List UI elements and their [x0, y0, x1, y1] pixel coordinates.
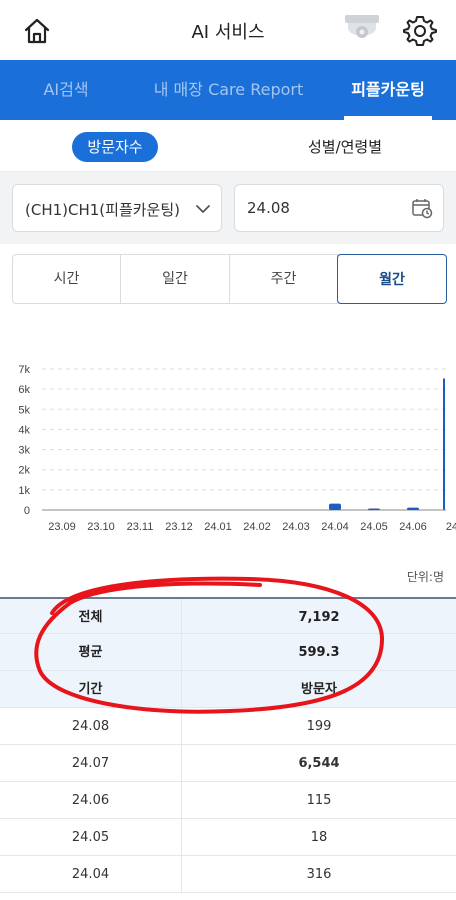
table-row: 24.08 199: [0, 708, 456, 745]
average-label: 평균: [0, 634, 182, 671]
top-bar: AI 서비스: [0, 0, 456, 60]
chart-bar: [407, 507, 419, 510]
row-visitors: 18: [310, 830, 328, 845]
row-period: 24.07: [0, 745, 182, 782]
chart-bar: [329, 503, 341, 510]
total-label: 전체: [0, 599, 182, 636]
x-tick-label: 23.11: [127, 521, 154, 533]
x-tick-label: 23.10: [87, 521, 115, 533]
x-tick-label: 24.04: [321, 521, 349, 533]
row-visitors: 115: [306, 793, 332, 808]
row-visitors: 316: [306, 867, 332, 882]
chevron-down-icon: [196, 205, 210, 213]
x-tick-label: 24.01: [204, 521, 232, 533]
table-row: 24.06 115: [0, 782, 456, 819]
camera-icon[interactable]: [342, 12, 382, 48]
x-tick-label: 23.12: [165, 521, 193, 533]
tab-people-counting[interactable]: 피플카운팅: [344, 60, 432, 120]
x-tick-label: 24.06: [399, 521, 427, 533]
sub-tab-bar: 방문자수 성별/연령별: [0, 120, 456, 172]
chart-bar: [443, 378, 445, 510]
visitor-bar-chart: 0 1k 2k 3k 4k 5k 6k 7k 23.09 23.10 23.11 23.12 24.01…: [18, 364, 456, 533]
period-hour-button[interactable]: 시간: [13, 255, 121, 303]
table-row: 24.04 316: [0, 856, 456, 893]
row-period: 24.04: [0, 856, 182, 893]
tab-care-report[interactable]: 내 매장 Care Report: [146, 60, 311, 120]
visitor-table: 전체 7,192 평균 599.3 기간 방문자 24.08 199 24.07…: [0, 597, 456, 893]
period-week-button[interactable]: 주간: [230, 255, 338, 303]
period-selector: 시간 일간 주간 월간: [12, 254, 447, 304]
table-row: 24.05 18: [0, 819, 456, 856]
row-visitors: 199: [306, 719, 332, 734]
y-tick-label: 7k: [18, 364, 30, 376]
subtab-visitor-count[interactable]: 방문자수: [72, 132, 158, 162]
summary-total-row: 전체 7,192: [0, 597, 456, 636]
channel-select-value: (CH1)CH1(피플카운팅): [25, 201, 181, 219]
y-tick-label: 5k: [18, 404, 30, 416]
x-tick-label: 24.05: [360, 521, 388, 533]
period-month-button[interactable]: 월간: [337, 254, 447, 304]
tab-ai-search[interactable]: AI검색: [30, 60, 102, 120]
channel-select[interactable]: (CH1)CH1(피플카운팅): [12, 184, 222, 232]
y-tick-label: 6k: [18, 384, 30, 396]
summary-average-row: 평균 599.3: [0, 634, 456, 671]
y-tick-label: 2k: [18, 465, 30, 477]
y-tick-label: 3k: [18, 445, 30, 457]
row-period: 24.08: [0, 708, 182, 745]
filter-bar: (CH1)CH1(피플카운팅) 24.08: [0, 172, 456, 244]
x-tick-label: 23.09: [48, 521, 76, 533]
subtab-gender-age[interactable]: 성별/연령별: [290, 136, 400, 157]
y-tick-label: 0: [24, 505, 30, 517]
x-tick-label: 24: [446, 521, 456, 533]
total-value: 7,192: [298, 610, 340, 625]
y-tick-label: 1k: [18, 485, 30, 497]
y-tick-label: 4k: [18, 424, 30, 436]
date-picker-value: 24.08: [247, 199, 290, 217]
table-row: 24.07 6,544: [0, 745, 456, 782]
calendar-icon[interactable]: [411, 197, 433, 219]
gear-icon[interactable]: [403, 14, 437, 48]
unit-label: 단위:명: [406, 570, 444, 584]
chart-bar: [368, 508, 380, 510]
date-picker[interactable]: 24.08: [234, 184, 444, 232]
average-value: 599.3: [298, 645, 340, 660]
column-header-visitors: 방문자: [301, 682, 337, 697]
period-day-button[interactable]: 일간: [121, 255, 230, 303]
x-tick-label: 24.02: [243, 521, 271, 533]
x-tick-label: 24.03: [282, 521, 310, 533]
page-title: AI 서비스: [191, 22, 265, 43]
table-header-row: 기간 방문자: [0, 671, 456, 708]
row-visitors: 6,544: [298, 756, 340, 771]
main-tab-bar: AI검색 내 매장 Care Report 피플카운팅: [0, 60, 456, 120]
row-period: 24.06: [0, 782, 182, 819]
row-period: 24.05: [0, 819, 182, 856]
column-header-period: 기간: [0, 671, 182, 708]
